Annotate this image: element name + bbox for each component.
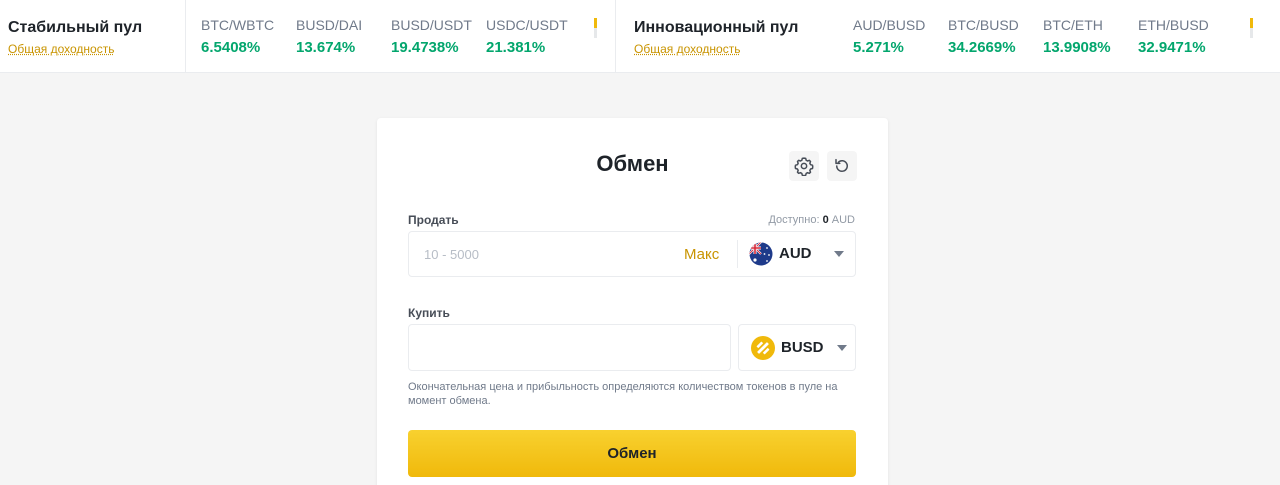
stable-pool-header: Стабильный пул Общая доходность (0, 0, 186, 73)
buy-currency-select[interactable]: BUSD (738, 324, 856, 371)
divider (737, 240, 738, 268)
pair-btc-eth[interactable]: BTC/ETH 13.9908% (1028, 0, 1123, 73)
settings-button[interactable] (789, 151, 819, 181)
sell-currency-name: AUD (779, 245, 812, 262)
sell-label: Продать (408, 213, 459, 227)
stable-pool-scroll-indicator[interactable] (594, 18, 597, 38)
refresh-button[interactable] (827, 151, 857, 181)
settings-gear-icon (794, 157, 814, 176)
available-balance: Доступно: 0 AUD (768, 214, 855, 227)
chevron-down-icon (833, 251, 844, 257)
pair-name: USDC/USDT (486, 17, 568, 33)
pair-btc-wbtc[interactable]: BTC/WBTC 6.5408% (186, 0, 281, 73)
pool-ticker-bar: Стабильный пул Общая доходность BTC/WBTC… (0, 0, 1280, 73)
pair-yield: 13.9908% (1043, 39, 1111, 56)
sell-currency-select[interactable]: AUD (749, 242, 844, 266)
innovation-pool-header: Инновационный пул Общая доходность (616, 0, 838, 73)
pair-name: BUSD/DAI (296, 17, 363, 33)
pair-btc-busd[interactable]: BTC/BUSD 34.2669% (933, 0, 1028, 73)
innovation-pool-title: Инновационный пул (634, 19, 799, 36)
pair-busd-dai[interactable]: BUSD/DAI 13.674% (281, 0, 376, 73)
pair-yield: 13.674% (296, 39, 356, 56)
pair-name: BTC/BUSD (948, 17, 1019, 33)
busd-coin-icon (751, 336, 775, 360)
available-amount: 0 (822, 214, 829, 226)
pair-name: AUD/BUSD (853, 17, 926, 33)
pair-yield: 21.381% (486, 39, 546, 56)
pair-yield: 19.4738% (391, 39, 459, 56)
price-hint-text: Окончательная цена и прибыльность опреде… (408, 381, 838, 407)
pair-yield: 32.9471% (1138, 39, 1206, 56)
available-currency: AUD (831, 214, 855, 226)
buy-label: Купить (408, 306, 450, 320)
pair-name: BUSD/USDT (391, 17, 472, 33)
innovation-pool-scroll-indicator[interactable] (1250, 18, 1253, 38)
swap-card: Обмен Продать Доступно: 0 AUD 10 - 5000 … (377, 118, 888, 485)
chevron-down-icon (836, 345, 847, 351)
pair-yield: 6.5408% (201, 39, 261, 56)
buy-amount-input[interactable] (408, 324, 731, 371)
innovation-pool-pairs: AUD/BUSD 5.271% BTC/BUSD 34.2669% BTC/ET… (838, 0, 1218, 73)
stable-pool-pairs: BTC/WBTC 6.5408% BUSD/DAI 13.674% BUSD/U… (186, 0, 568, 73)
buy-currency-name: BUSD (781, 339, 824, 356)
innovation-pool-yield-link[interactable]: Общая доходность (634, 42, 740, 56)
pair-aud-busd[interactable]: AUD/BUSD 5.271% (838, 0, 933, 73)
sell-amount-field[interactable]: 10 - 5000 Макс AUD (408, 231, 856, 277)
pair-name: ETH/BUSD (1138, 17, 1209, 33)
pair-yield: 34.2669% (948, 39, 1016, 56)
stable-pool-title: Стабильный пул (8, 19, 143, 36)
refresh-icon (835, 158, 848, 172)
sell-amount-input[interactable]: 10 - 5000 (424, 247, 479, 263)
pair-busd-usdt[interactable]: BUSD/USDT 19.4738% (376, 0, 472, 73)
stable-pool-yield-link[interactable]: Общая доходность (8, 42, 114, 56)
available-label: Доступно: (768, 214, 820, 226)
pair-name: BTC/ETH (1043, 17, 1103, 33)
pair-name: BTC/WBTC (201, 17, 275, 33)
pair-yield: 5.271% (853, 39, 904, 56)
innovation-pool-section: Инновационный пул Общая доходность AUD/B… (616, 0, 1280, 73)
pair-eth-busd[interactable]: ETH/BUSD 32.9471% (1123, 0, 1218, 73)
max-button[interactable]: Макс (684, 246, 719, 264)
aud-flag-icon (749, 242, 773, 266)
stable-pool-section: Стабильный пул Общая доходность BTC/WBTC… (0, 0, 616, 73)
pair-usdc-usdt[interactable]: USDC/USDT 21.381% (471, 0, 568, 73)
swap-button[interactable]: Обмен (408, 430, 856, 477)
